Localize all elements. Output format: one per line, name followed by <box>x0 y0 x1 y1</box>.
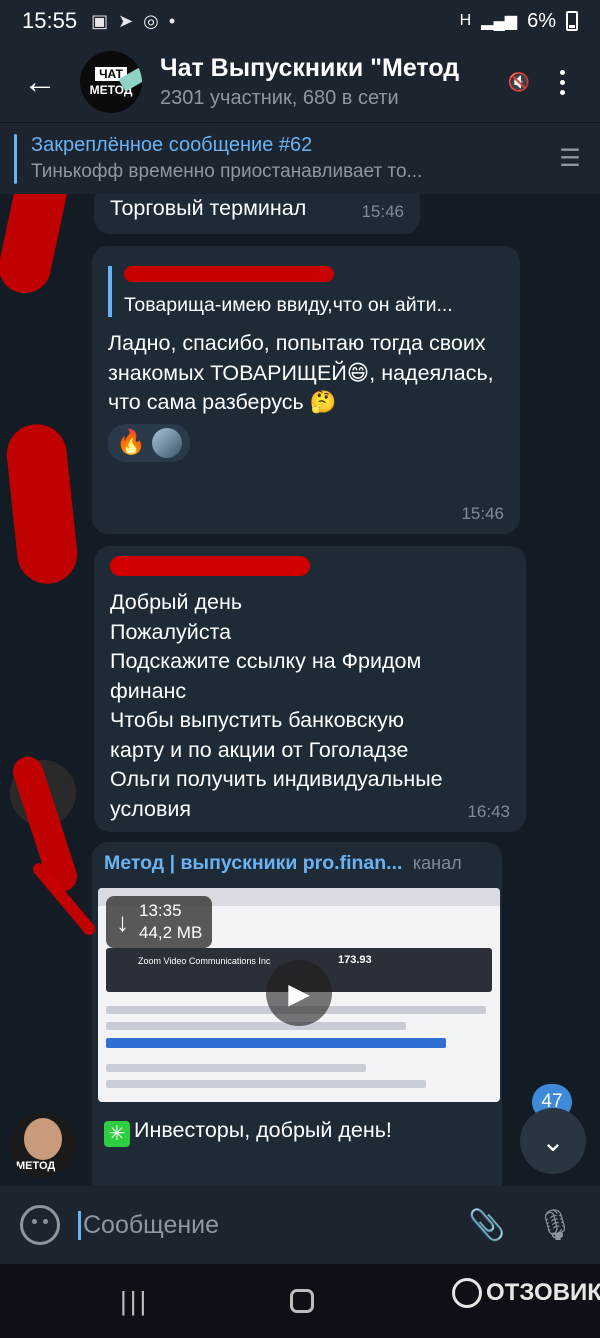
reactor-avatar <box>151 427 182 458</box>
menu-dot-icon <box>559 69 565 75</box>
battery-percent: 6% <box>527 9 556 32</box>
more-menu-button[interactable] <box>542 69 582 95</box>
message-text: Добрый день Пожалуйста Подскажите ссылку… <box>110 588 510 824</box>
channel-label: канал <box>412 853 462 873</box>
pinned-content: Закреплённое сообщение #62 Тинькофф врем… <box>31 134 540 183</box>
recent-apps-icon[interactable]: ||| <box>120 1286 149 1317</box>
gallery-icon: ▣ <box>91 10 109 31</box>
message-time: 16:43 <box>467 802 510 821</box>
avatar-photo <box>24 1118 62 1160</box>
play-icon: ▶ <box>288 977 310 1009</box>
video-meta: 13:35 44,2 MB <box>139 900 202 944</box>
message-bubble[interactable]: Товарища-имею ввиду,что он айти... Ладно… <box>92 246 520 534</box>
video-duration: 13:35 <box>139 901 182 920</box>
attach-icon[interactable]: 📎 <box>462 1208 512 1243</box>
post-header: Метод | выпускники pro.finan... канал <box>104 852 490 875</box>
message-line: Пожалуйста <box>110 619 232 644</box>
watermark-logo <box>452 1278 482 1308</box>
pinned-list-icon[interactable]: ☰ <box>540 144 600 173</box>
battery-icon <box>566 11 578 31</box>
reply-quote[interactable]: Товарища-имею ввиду,что он айти... <box>108 266 504 317</box>
message-text: Ладно, спасибо, попытаю тогда своих знак… <box>108 331 494 414</box>
redaction-scribble <box>3 421 81 587</box>
forwarded-post[interactable]: Метод | выпускники pro.finan... канал Zo… <box>92 842 502 1186</box>
avatar-label: МЕТОД <box>16 1160 56 1172</box>
reply-text: Товарища-имею ввиду,что он айти... <box>124 294 453 316</box>
message-input-bar: 📎 🎙 <box>0 1186 600 1264</box>
whatsapp-icon: ◎ <box>143 10 159 31</box>
video-company: Zoom Video Communications Inc <box>138 956 271 966</box>
chevron-down-icon: ⌄ <box>541 1125 565 1157</box>
message-text: Торговый терминал <box>110 196 307 220</box>
watermark-text: ОТЗОВИК <box>486 1279 600 1306</box>
dot-icon: • <box>168 10 176 31</box>
message-time: 15:46 <box>361 202 404 221</box>
video-price: 173.93 <box>338 954 372 966</box>
arrow-left-icon: ← <box>23 62 57 101</box>
reaction-bar[interactable]: 🔥 <box>108 423 190 462</box>
sparkle-icon: ✳ <box>104 1121 130 1147</box>
redacted-reply-name <box>124 266 334 282</box>
pinned-indicator <box>14 133 17 184</box>
post-text: ✳ Инвесторы, добрый день! <box>104 1116 392 1147</box>
watermark: ОТЗОВИК <box>452 1278 600 1308</box>
channel-avatar[interactable]: МЕТОД <box>10 1112 76 1178</box>
chat-avatar[interactable]: ЧАТ МЕТОД <box>80 51 142 113</box>
video-content-row <box>106 1080 426 1088</box>
chat-header: ← ЧАТ МЕТОД Чат Выпускники "Метод 2301 у… <box>0 42 600 122</box>
status-bar: 15:55 ▣ ➤ ◎ • H ▂▄▆ 6% <box>0 0 600 42</box>
redaction-scribble <box>0 194 74 298</box>
message-line: Добрый день <box>110 590 243 614</box>
status-right: H ▂▄▆ 6% <box>460 10 578 33</box>
chat-subtitle: 2301 участник, 680 в сети <box>160 87 399 109</box>
message-bubble[interactable]: Добрый день Пожалуйста Подскажите ссылку… <box>94 546 526 832</box>
home-icon[interactable] <box>290 1289 314 1313</box>
download-icon[interactable]: ↓ <box>116 907 129 938</box>
message-line: финанс <box>110 678 187 703</box>
post-text-content: Инвесторы, добрый день! <box>134 1118 392 1142</box>
microphone-icon[interactable]: 🎙 <box>530 1208 580 1243</box>
scroll-down-button[interactable]: ⌄ <box>520 1108 586 1174</box>
pinned-body: Тинькофф временно приостанавливает то... <box>31 161 423 182</box>
signal-icon: ▂▄▆ <box>481 13 518 30</box>
message-line: карту и по акции от Гоголадзе <box>110 737 409 762</box>
message-line: Ольги получить индивидуальные <box>110 767 443 791</box>
redacted-sender-name <box>110 556 310 576</box>
network-type: H <box>459 12 472 29</box>
video-size: 44,2 MB <box>139 923 203 942</box>
telegram-icon: ➤ <box>118 10 134 31</box>
message-time: 15:46 <box>461 504 504 523</box>
video-content-row <box>106 1064 366 1072</box>
chat-title: Чат Выпускники "Метод <box>160 54 460 82</box>
play-button[interactable]: ▶ <box>266 960 332 1026</box>
message-line: Подскажите ссылку на Фридом <box>110 649 422 673</box>
message-line: Чтобы выпустить банковскую <box>110 708 404 732</box>
video-download-badge[interactable]: ↓ 13:35 44,2 MB <box>106 896 213 948</box>
system-nav-bar: ||| ОТЗОВИК <box>0 1264 600 1338</box>
notification-icons: ▣ ➤ ◎ • <box>91 11 175 32</box>
pinned-title: Закреплённое сообщение #62 <box>31 134 313 156</box>
menu-dot-icon <box>559 89 565 95</box>
emoji-icon[interactable] <box>20 1205 60 1245</box>
muted-icon: 🔇 <box>507 71 530 92</box>
channel-name[interactable]: Метод | выпускники pro.finan... <box>104 852 402 874</box>
message-line: условия <box>110 796 192 821</box>
fire-reaction-icon[interactable]: 🔥 <box>116 428 146 457</box>
pinned-message[interactable]: Закреплённое сообщение #62 Тинькофф врем… <box>0 122 600 194</box>
chat-info[interactable]: Чат Выпускники "Метод 2301 участник, 680… <box>160 54 496 110</box>
message-input[interactable] <box>78 1210 444 1240</box>
video-content-row <box>106 1038 446 1048</box>
video-thumbnail[interactable]: Zoom Video Communications Inc 173.93 ↓ 1… <box>98 888 500 1102</box>
status-time: 15:55 <box>22 8 78 33</box>
message-list[interactable]: Торговый терминал 15:46 Товарища-имею вв… <box>0 194 600 1186</box>
back-button[interactable]: ← <box>0 42 80 122</box>
video-content-row <box>106 1022 406 1030</box>
message-bubble[interactable]: Торговый терминал 15:46 <box>94 194 420 234</box>
menu-dot-icon <box>559 79 565 85</box>
